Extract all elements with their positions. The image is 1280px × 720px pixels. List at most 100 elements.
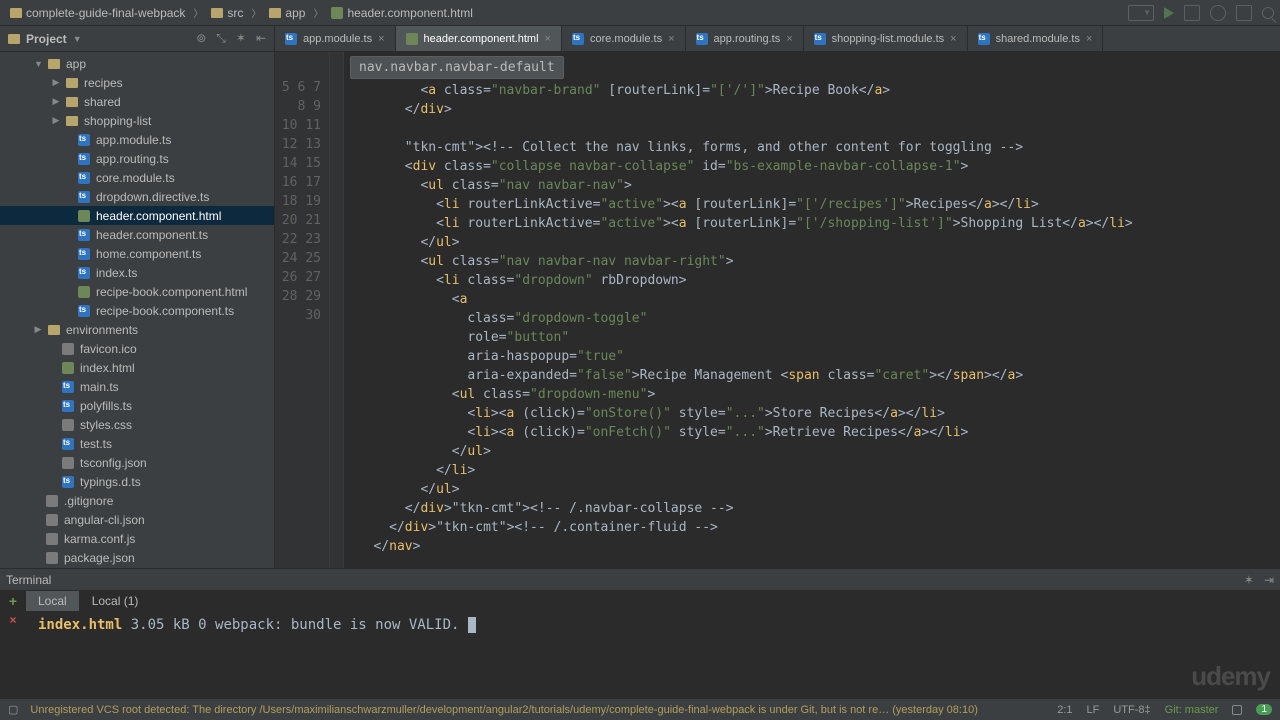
- tree-item[interactable]: ▶core.module.ts: [0, 168, 274, 187]
- breadcrumb-segment[interactable]: complete-guide-final-webpack: [6, 5, 189, 21]
- breadcrumb-segment[interactable]: header.component.html: [327, 5, 476, 21]
- tree-item[interactable]: ▶ shopping-list: [0, 111, 274, 130]
- project-tool-window: Project ▼ ⊚ ⤡ ✶ ⇤ ▼app▶recipes▶shared▶sh…: [0, 26, 275, 568]
- tree-item[interactable]: ▶tsconfig.json: [0, 453, 274, 472]
- tree-arrow-icon[interactable]: ▶: [52, 77, 60, 88]
- terminal-side-controls: + ×: [0, 591, 26, 698]
- close-tab-icon[interactable]: ×: [786, 33, 792, 45]
- collapse-all-icon[interactable]: ⤡: [216, 31, 226, 46]
- debug-icon[interactable]: [1184, 5, 1200, 21]
- editor-tab[interactable]: shopping-list.module.ts×: [804, 26, 968, 51]
- close-tab-icon[interactable]: ×: [545, 33, 551, 45]
- tree-item[interactable]: ▶recipe-book.component.ts: [0, 301, 274, 320]
- tree-arrow-icon[interactable]: ▶: [52, 96, 60, 107]
- tree-item[interactable]: ▶main.ts: [0, 377, 274, 396]
- git-branch[interactable]: Git: master: [1165, 704, 1219, 716]
- code-editor[interactable]: nav.navbar.navbar-default <a class="navb…: [344, 52, 1280, 568]
- tree-arrow-icon[interactable]: ▶: [34, 324, 42, 335]
- tree-arrow-icon[interactable]: ▼: [34, 59, 42, 69]
- tree-item[interactable]: ▶polyfills.ts: [0, 396, 274, 415]
- tree-arrow-icon[interactable]: ▶: [52, 115, 60, 126]
- editor-tabs: app.module.ts×header.component.html×core…: [275, 26, 1280, 52]
- ts-icon: [62, 381, 74, 393]
- editor-breadcrumb[interactable]: nav.navbar.navbar-default: [350, 56, 564, 79]
- tree-item[interactable]: ▶styles.css: [0, 415, 274, 434]
- tree-item-label: polyfills.ts: [80, 399, 132, 413]
- caret-position[interactable]: 2:1: [1057, 704, 1072, 716]
- tree-item[interactable]: ▶recipe-book.component.html: [0, 282, 274, 301]
- hide-icon[interactable]: ⇤: [256, 31, 266, 46]
- tree-item[interactable]: ▶header.component.ts: [0, 225, 274, 244]
- coverage-icon[interactable]: [1210, 5, 1226, 21]
- tree-item-label: header.component.html: [96, 209, 221, 223]
- breadcrumb-segment[interactable]: app: [265, 5, 309, 21]
- tree-item[interactable]: ▶package.json: [0, 548, 274, 567]
- tree-item-label: recipe-book.component.html: [96, 285, 247, 299]
- generic-icon: [46, 514, 58, 526]
- tree-item[interactable]: ▶header.component.html: [0, 206, 274, 225]
- tree-item[interactable]: ▶test.ts: [0, 434, 274, 453]
- stop-icon[interactable]: [1236, 5, 1252, 21]
- tree-item[interactable]: ▶app.module.ts: [0, 130, 274, 149]
- notifications-badge[interactable]: 1: [1256, 704, 1272, 715]
- tree-item[interactable]: ▶dropdown.directive.ts: [0, 187, 274, 206]
- editor-tab[interactable]: app.module.ts×: [275, 26, 396, 51]
- editor-tab[interactable]: core.module.ts×: [562, 26, 686, 51]
- editor-tab[interactable]: header.component.html×: [396, 26, 562, 51]
- tree-item-label: favicon.ico: [80, 342, 137, 356]
- scroll-from-source-icon[interactable]: ⊚: [196, 31, 206, 46]
- breadcrumb-segment[interactable]: src: [207, 5, 247, 21]
- settings-icon[interactable]: ✶: [236, 31, 246, 46]
- tree-item[interactable]: ▶index.ts: [0, 263, 274, 282]
- terminal-tab[interactable]: Local (1): [80, 591, 152, 611]
- terminal-hide-icon[interactable]: ⇥: [1264, 573, 1274, 587]
- tree-item[interactable]: ▶home.component.ts: [0, 244, 274, 263]
- editor-tab[interactable]: shared.module.ts×: [968, 26, 1104, 51]
- file-encoding[interactable]: UTF-8‡: [1113, 704, 1150, 716]
- tree-item-label: recipes: [84, 76, 123, 90]
- tree-item[interactable]: ▶.gitignore: [0, 491, 274, 510]
- project-tree[interactable]: ▼app▶recipes▶shared▶shopping-list▶app.mo…: [0, 52, 274, 568]
- status-message[interactable]: Unregistered VCS root detected: The dire…: [30, 704, 977, 716]
- line-separator[interactable]: LF: [1087, 704, 1100, 716]
- search-icon[interactable]: [1262, 7, 1274, 19]
- tree-item-label: app.routing.ts: [96, 152, 169, 166]
- tree-item[interactable]: ▶shared: [0, 92, 274, 111]
- new-terminal-icon[interactable]: +: [9, 593, 17, 609]
- tree-item[interactable]: ▶app.routing.ts: [0, 149, 274, 168]
- close-tab-icon[interactable]: ×: [1086, 33, 1092, 45]
- build-config-dropdown[interactable]: ▼: [1128, 5, 1154, 21]
- tree-item-label: shopping-list: [84, 114, 151, 128]
- tree-item-label: index.ts: [96, 266, 137, 280]
- tree-item[interactable]: ▶environments: [0, 320, 274, 339]
- ts-icon: [78, 191, 90, 203]
- run-icon[interactable]: [1164, 7, 1174, 19]
- tree-item-label: app: [66, 57, 86, 71]
- editor-tab[interactable]: app.routing.ts×: [686, 26, 804, 51]
- close-tab-icon[interactable]: ×: [950, 33, 956, 45]
- tree-item[interactable]: ▶ recipes: [0, 73, 274, 92]
- tree-item[interactable]: ▼ app: [0, 54, 274, 73]
- tree-item[interactable]: ▶typings.d.ts: [0, 472, 274, 491]
- close-tab-icon[interactable]: ×: [378, 33, 384, 45]
- terminal-settings-icon[interactable]: ✶: [1244, 573, 1254, 587]
- tree-item[interactable]: ▶favicon.ico: [0, 339, 274, 358]
- tree-item-label: angular-cli.json: [64, 513, 145, 527]
- terminal-tab[interactable]: Local: [26, 591, 80, 611]
- readonly-lock-icon[interactable]: [1232, 705, 1242, 715]
- tree-item[interactable]: ▶karma.conf.js: [0, 529, 274, 548]
- terminal-title[interactable]: Terminal: [6, 573, 51, 587]
- terminal-output[interactable]: index.html 3.05 kB 0 webpack: bundle is …: [26, 611, 1280, 698]
- tree-item[interactable]: ▶index.html: [0, 358, 274, 377]
- close-terminal-icon[interactable]: ×: [9, 613, 16, 627]
- tree-item-label: tsconfig.json: [80, 456, 147, 470]
- editor-body: 5 6 7 8 9 10 11 12 13 14 15 16 17 18 19 …: [275, 52, 1280, 568]
- project-scope-dropdown[interactable]: Project ▼: [8, 32, 82, 46]
- ts-icon: [696, 33, 708, 45]
- tree-item[interactable]: ▶angular-cli.json: [0, 510, 274, 529]
- generic-icon: [46, 533, 58, 545]
- close-tab-icon[interactable]: ×: [668, 33, 674, 45]
- status-toggle-icon[interactable]: ▢: [8, 703, 18, 716]
- folder-icon: [211, 8, 223, 18]
- tree-item-label: dropdown.directive.ts: [96, 190, 209, 204]
